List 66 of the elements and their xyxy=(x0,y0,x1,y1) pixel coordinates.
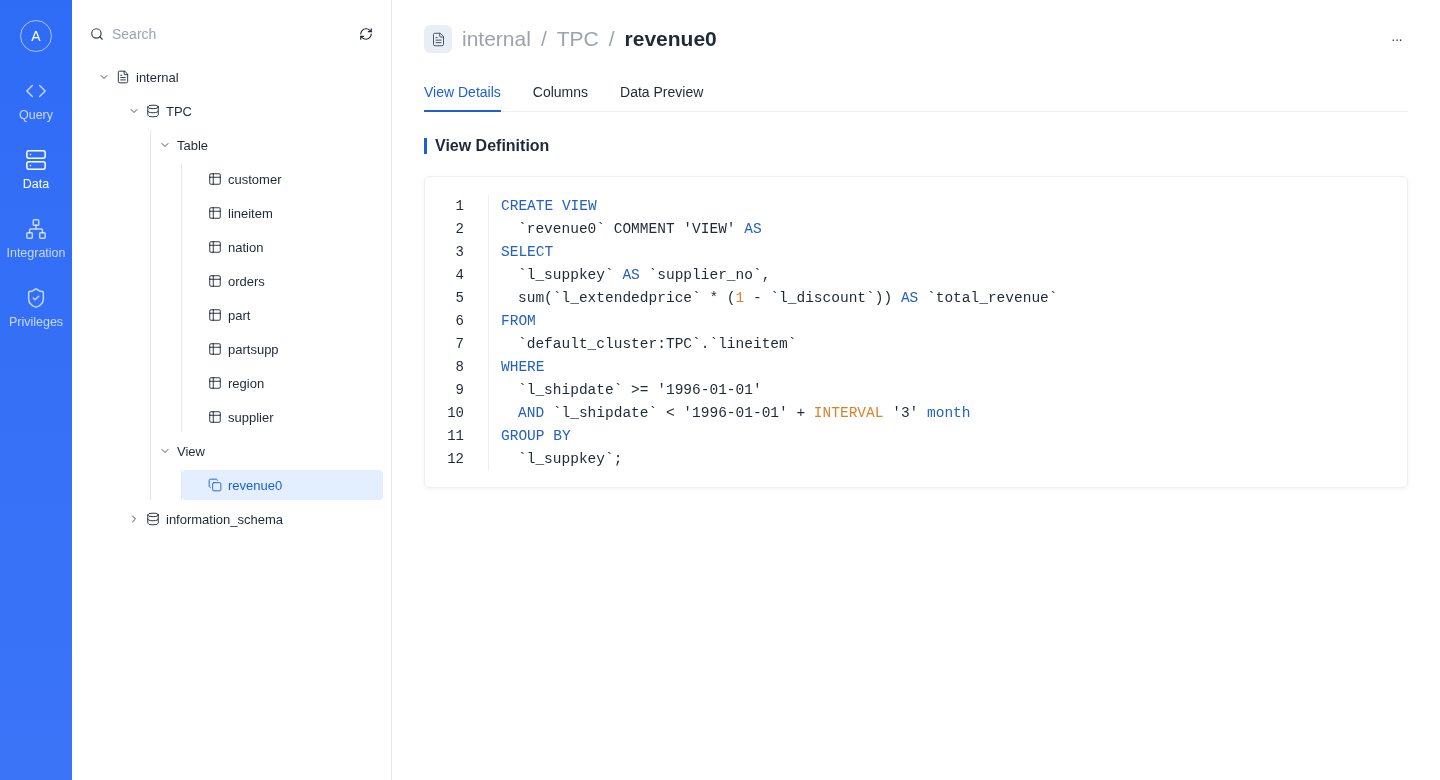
refresh-icon[interactable] xyxy=(359,27,373,41)
line-number: 1 xyxy=(455,197,464,216)
nav-item[interactable]: Data xyxy=(0,149,72,191)
tree-item[interactable]: internal xyxy=(90,62,383,92)
database-icon xyxy=(146,512,160,526)
code-line: WHERE xyxy=(501,358,546,377)
line-number: 3 xyxy=(455,243,464,262)
search-icon xyxy=(90,27,104,41)
line-number: 7 xyxy=(455,335,464,354)
view-icon xyxy=(208,478,222,492)
line-number: 9 xyxy=(455,381,464,400)
table-icon xyxy=(208,274,222,288)
code-line: AND `l_shipdate` < '1996-01-01' + INTERVAL '3' month xyxy=(517,404,972,423)
code-line: GROUP BY xyxy=(501,427,572,446)
server-icon xyxy=(25,149,47,171)
database-icon xyxy=(146,104,160,118)
code-line: `l_suppkey` AS `supplier_no`, xyxy=(517,266,772,285)
table-icon xyxy=(208,240,222,254)
breadcrumb-item: revenue0 xyxy=(624,27,717,51)
breadcrumb-separator: / xyxy=(608,27,615,51)
tree-item[interactable]: nation xyxy=(182,232,383,262)
table-icon xyxy=(208,308,222,322)
table-icon xyxy=(208,376,222,390)
tab[interactable]: Data Preview xyxy=(620,78,704,112)
code-line: FROM xyxy=(501,312,537,331)
code-line: CREATE VIEW xyxy=(501,197,598,216)
search-field[interactable]: Search xyxy=(110,25,359,43)
tree-item[interactable]: revenue0 xyxy=(182,470,383,500)
table-icon xyxy=(208,206,222,220)
table-icon xyxy=(208,342,222,356)
table-icon xyxy=(208,410,222,424)
tree-item[interactable]: lineitem xyxy=(182,198,383,228)
document-icon xyxy=(116,70,130,84)
code-line: `l_suppkey`; xyxy=(517,450,624,469)
tab[interactable]: Columns xyxy=(532,78,589,112)
tree-item[interactable]: partsupp xyxy=(182,334,383,364)
shield-icon xyxy=(25,287,47,309)
line-number: 11 xyxy=(447,427,464,446)
code-line: `revenue0` COMMENT 'VIEW' AS xyxy=(517,220,763,239)
line-number: 4 xyxy=(455,266,464,285)
tree-item[interactable]: orders xyxy=(182,266,383,296)
tree-item[interactable]: information_schema xyxy=(120,504,383,534)
line-number: 5 xyxy=(455,289,464,308)
line-number: 12 xyxy=(447,450,464,469)
tree-item[interactable]: View xyxy=(151,436,383,466)
tree-item[interactable]: Table xyxy=(151,130,383,160)
line-number: 6 xyxy=(455,312,464,331)
line-number: 8 xyxy=(455,358,464,377)
tree-item[interactable]: region xyxy=(182,368,383,398)
table-icon xyxy=(208,172,222,186)
document-icon xyxy=(424,25,452,53)
code-line: sum(`l_extendedprice` * (1 - `l_discount`)) AS `total_revenue` xyxy=(517,289,1058,308)
more-button[interactable]: ··· xyxy=(1385,30,1408,48)
line-number: 2 xyxy=(455,220,464,239)
tree-item[interactable]: TPC xyxy=(120,96,383,126)
tab[interactable]: View Details xyxy=(424,78,501,112)
breadcrumb-separator: / xyxy=(540,27,547,51)
line-number: 10 xyxy=(447,404,464,423)
code-line: SELECT xyxy=(501,243,555,262)
tree-item[interactable]: part xyxy=(182,300,383,330)
section-title: View Definition xyxy=(424,138,1408,154)
code-line: `l_shipdate` >= '1996-01-01' xyxy=(517,381,763,400)
network-icon xyxy=(25,218,47,240)
tree-item[interactable]: supplier xyxy=(182,402,383,432)
code-line: `default_cluster:TPC`.`lineitem` xyxy=(517,335,798,354)
tree-item[interactable]: customer xyxy=(182,164,383,194)
